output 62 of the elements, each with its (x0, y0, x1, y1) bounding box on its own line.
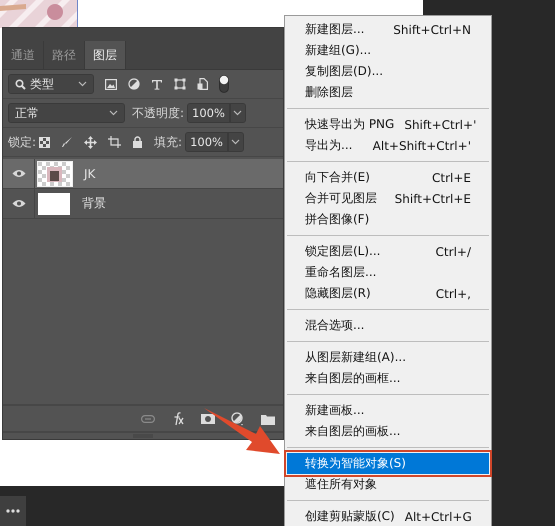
layer-row[interactable]: JK (3, 159, 283, 189)
menu-item[interactable]: 新建组(G)... (287, 40, 489, 61)
half-circle-icon[interactable] (128, 78, 140, 90)
menu-item[interactable]: 从图层新建组(A)... (287, 347, 489, 368)
menu-item[interactable]: 新建图层... Shift+Ctrl+N (287, 19, 489, 40)
transform-icon[interactable] (174, 78, 186, 90)
layer-thumbnail (38, 192, 70, 214)
chevron-down-icon (109, 110, 118, 116)
menu-item[interactable]: 来自图层的画板... (287, 421, 489, 442)
opacity-label: 不透明度: (132, 104, 184, 122)
fill-label: 填充: (154, 134, 182, 150)
document-icon[interactable] (197, 78, 208, 90)
menu-item[interactable]: 创建剪贴蒙版(C) Alt+Ctrl+G (287, 506, 489, 526)
menu-item[interactable]: 混合选项... (287, 315, 489, 336)
filter-toggle[interactable] (219, 75, 229, 93)
menu-item[interactable]: 遮住所有对象 (287, 474, 489, 495)
menu-item[interactable]: 导出为... Alt+Shift+Ctrl+' (287, 135, 489, 156)
more-button[interactable] (0, 496, 26, 526)
layer-name: 背景 (82, 195, 106, 212)
menu-item[interactable]: 快速导出为 PNG Shift+Ctrl+' (287, 114, 489, 135)
menu-item[interactable]: 隐藏图层(R) Ctrl+, (287, 283, 489, 304)
folder-icon[interactable] (261, 412, 275, 424)
menu-item[interactable]: 锁定图层(L)... Ctrl+/ (287, 241, 489, 262)
chevron-down-icon (78, 81, 87, 87)
fill-field[interactable]: 100% (185, 132, 228, 152)
menu-item[interactable]: 合并可见图层 Shift+Ctrl+E (287, 188, 489, 209)
crop-icon[interactable] (108, 136, 122, 148)
menu-item[interactable]: 来自图层的画框... (287, 368, 489, 389)
menu-item[interactable]: 新建画板... (287, 400, 489, 421)
checkerboard-icon[interactable] (39, 136, 50, 148)
type-icon[interactable] (151, 78, 163, 90)
brush-icon[interactable] (61, 136, 74, 148)
chevron-down-icon (233, 110, 242, 116)
blend-mode-dropdown[interactable]: 正常 (8, 103, 125, 123)
eye-icon[interactable] (12, 169, 26, 178)
eye-icon[interactable] (12, 199, 26, 208)
chevron-down-icon (231, 139, 240, 145)
filter-dropdown[interactable]: 类型 (8, 74, 94, 94)
layer-name: JK (84, 166, 96, 180)
panel-tab[interactable]: 图层 (85, 41, 126, 69)
layer-thumbnail (38, 162, 72, 186)
filter-value: 类型 (30, 76, 55, 92)
lock-icon[interactable] (132, 136, 144, 148)
fill-dropdown-button[interactable] (228, 132, 244, 152)
menu-item[interactable]: 向下合并(E) Ctrl+E (287, 167, 489, 188)
more-icon (6, 509, 20, 513)
panel-tab[interactable]: 通道 (3, 41, 44, 69)
opacity-field[interactable]: 100% (187, 103, 230, 123)
menu-item[interactable]: 复制图层(D)... (287, 61, 489, 82)
mask-icon[interactable] (201, 414, 215, 424)
menu-item[interactable]: 转换为智能对象(S) (287, 453, 489, 474)
blend-mode-value: 正常 (15, 104, 40, 122)
image-icon[interactable] (105, 78, 117, 90)
opacity-dropdown-button[interactable] (230, 103, 246, 123)
move-icon[interactable] (84, 136, 98, 148)
search-icon (15, 78, 26, 90)
menu-item[interactable]: 重命名图层... (287, 262, 489, 283)
menu-item[interactable]: 拼合图像(F) (287, 209, 489, 230)
lock-label: 锁定: (8, 134, 36, 150)
menu-item[interactable]: 删除图层 (287, 82, 489, 103)
layer-row[interactable]: 背景 (3, 189, 283, 219)
adjustment-icon[interactable] (231, 412, 245, 426)
